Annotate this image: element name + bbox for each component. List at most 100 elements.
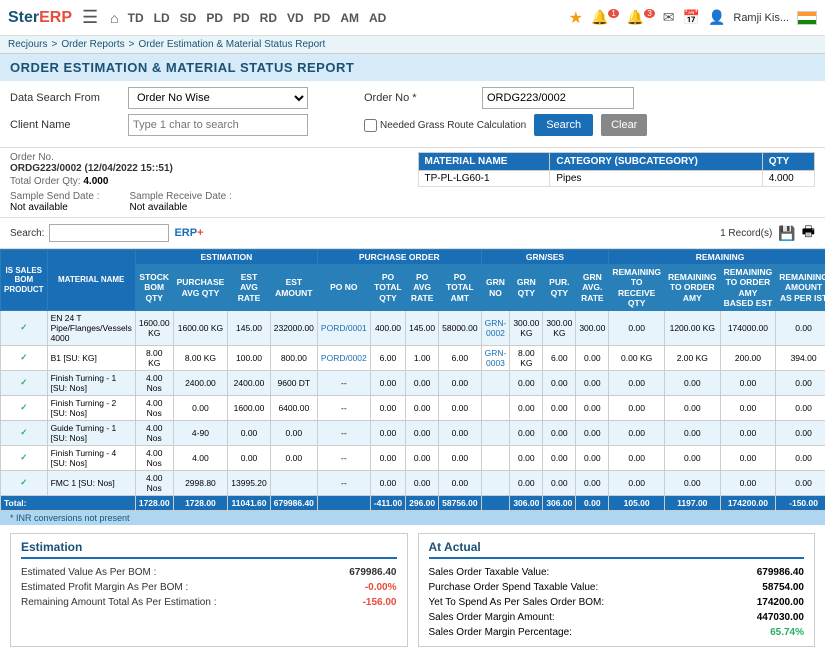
nav-items: TD LD SD PD PD RD VD PD AM AD [123,11,569,25]
td-stock-bom: 4.00 Nos [135,445,173,470]
act-row-5: Sales Order Margin Percentage: 65.74% [429,625,805,640]
td-est-amt: 0.00 [270,420,317,445]
td-po-avg: 0.00 [406,445,439,470]
td-rem-order-est: 200.00 [720,345,776,370]
mat-row-category: Pipes [550,171,762,187]
nav-am[interactable]: AM [340,11,359,25]
td-po-no[interactable]: PORD/0001 [317,310,370,345]
nav-vd[interactable]: VD [287,11,304,25]
nav-pd2[interactable]: PD [233,11,250,25]
td-total-stock-bom: 1728.00 [135,495,173,510]
td-rem-amt: 0.00 [776,370,825,395]
nav-ld[interactable]: LD [154,11,170,25]
td-po-avg: 0.00 [406,370,439,395]
td-stock-bom: 4.00 Nos [135,470,173,495]
search-input[interactable] [49,224,169,242]
td-grn-no[interactable]: GRN-0002 [481,310,510,345]
td-pur-avg: 0.00 [173,395,228,420]
th-rem-order: REMAINING TO ORDER AMY [664,265,720,311]
search-button[interactable]: Search [534,114,593,136]
td-rem-order: 1200.00 KG [664,310,720,345]
nav-td[interactable]: TD [128,11,144,25]
td-po-avg: 0.00 [406,420,439,445]
estimation-box: Estimation Estimated Value As Per BOM : … [10,533,408,647]
table-total-row: Total: 1728.00 1728.00 11041.60 679986.4… [1,495,825,510]
td-bom-check: ✓ [1,470,48,495]
td-rem-amt: 0.00 [776,420,825,445]
nav-sd[interactable]: SD [180,11,197,25]
act-value-4: 447030.00 [757,612,804,623]
table-row: ✓ Finish Turning - 4 [SU: Nos] 4.00 Nos … [1,445,825,470]
download-icon[interactable]: 💾 [778,225,795,242]
th-po-group: PURCHASE ORDER [317,250,481,265]
order-no-label: Order No * [364,92,474,104]
mat-col-qty: QTY [762,153,814,171]
hamburger-menu[interactable]: ☰ [82,7,98,28]
th-est-avg: EST AVG RATE [228,265,270,311]
order-info-section: Order No. ORDG223/0002 (12/04/2022 15::5… [10,152,408,213]
td-po-avg: 0.00 [406,470,439,495]
client-name-input[interactable] [128,114,308,136]
flag-icon [797,11,817,25]
td-material-name: B1 [SU: KG] [47,345,135,370]
th-estimation-group: ESTIMATION [135,250,317,265]
td-stock-bom: 4.00 Nos [135,420,173,445]
td-pur-qty: 0.00 [543,420,576,445]
th-is-bom: IS SALES BOM PRODUCT [1,250,48,311]
td-est-amt [270,470,317,495]
user-icon[interactable]: 👤 [708,9,725,26]
td-grn-qty: 0.00 [510,470,543,495]
calendar-icon[interactable]: 📅 [683,9,700,26]
data-search-from-select[interactable]: Order No Wise [128,87,308,109]
td-grn-no[interactable]: GRN-0003 [481,345,510,370]
th-material-name: MATERIAL NAME [47,250,135,311]
td-est-avg: 100.00 [228,345,270,370]
note-bar: * INR conversions not present [0,511,825,525]
print-icon[interactable]: 🖶 [802,221,815,245]
td-rem-order: 2.00 KG [664,345,720,370]
td-total-rem-receive: 105.00 [609,495,665,510]
td-po-avg: 0.00 [406,395,439,420]
table-row: ✓ B1 [SU: KG] 8.00 KG 8.00 KG 100.00 800… [1,345,825,370]
clear-button[interactable]: Clear [601,114,647,136]
td-rem-order: 0.00 [664,445,720,470]
td-rem-receive: 0.00 [609,370,665,395]
td-stock-bom: 4.00 Nos [135,370,173,395]
td-material-name: Guide Turning - 1 [SU: Nos] [47,420,135,445]
star-icon[interactable]: ★ [569,8,583,28]
main-table-wrapper: IS SALES BOM PRODUCT MATERIAL NAME ESTIM… [0,249,825,511]
est-value-1: 679986.40 [349,567,396,578]
td-grn-avg: 0.00 [576,445,609,470]
td-pur-qty: 300.00 KG [543,310,576,345]
nav-pd3[interactable]: PD [314,11,331,25]
nav-ad[interactable]: AD [369,11,386,25]
td-pur-avg: 8.00 KG [173,345,228,370]
mail-icon[interactable]: ✉ [663,9,675,26]
home-icon[interactable]: ⌂ [110,10,118,26]
notification-bell2[interactable]: 🔔3 [627,9,655,26]
td-po-total: 0.00 [370,470,405,495]
td-grn-avg: 0.00 [576,420,609,445]
th-est-amt: EST AMOUNT [270,265,317,311]
td-pur-qty: 6.00 [543,345,576,370]
total-qty-value: 4.000 [83,176,108,187]
nav-rd[interactable]: RD [260,11,277,25]
needed-grass-checkbox[interactable] [364,119,377,132]
td-total-rem-order: 1197.00 [664,495,720,510]
needed-grass-checkbox-label[interactable]: Needed Grass Route Calculation [364,119,526,132]
td-grn-qty: 0.00 [510,370,543,395]
td-po-no[interactable]: PORD/0002 [317,345,370,370]
td-material-name: EN 24 T Pipe/Flanges/Vessels 4000 [47,310,135,345]
notification-bell1[interactable]: 🔔1 [591,9,619,26]
act-row-4: Sales Order Margin Amount: 447030.00 [429,610,805,625]
td-bom-check: ✓ [1,445,48,470]
td-rem-amt: 394.00 [776,345,825,370]
nav-pd1[interactable]: PD [206,11,223,25]
order-no-input[interactable] [482,87,634,109]
td-rem-order-est: 0.00 [720,420,776,445]
mat-row-name: TP-PL-LG60-1 [418,171,550,187]
td-rem-receive: 0.00 [609,445,665,470]
td-grn-qty: 0.00 [510,420,543,445]
mat-col-category: CATEGORY (SUBCATEGORY) [550,153,762,171]
td-po-avg: 145.00 [406,310,439,345]
